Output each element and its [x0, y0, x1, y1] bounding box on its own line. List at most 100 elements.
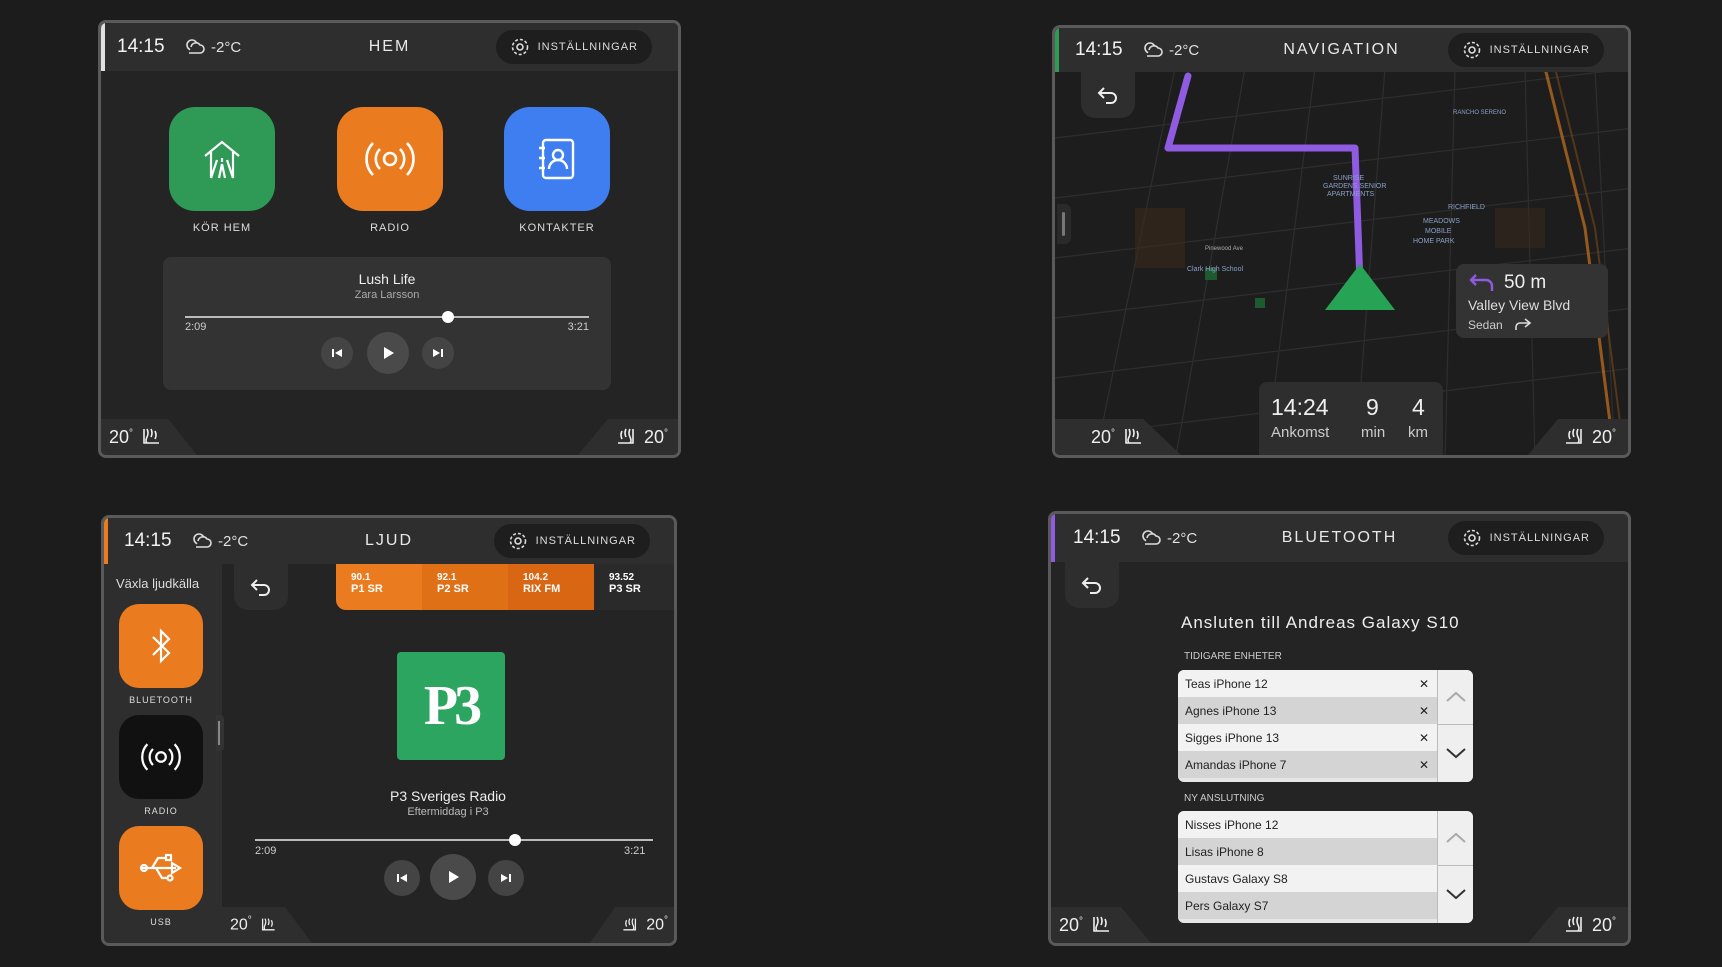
play-icon	[449, 871, 459, 883]
scroll-up-button[interactable]	[1438, 811, 1473, 866]
weather-icon	[1142, 530, 1161, 545]
back-button[interactable]	[1081, 72, 1135, 118]
clock: 14:15	[117, 36, 165, 57]
new-devices-list: Nisses iPhone 12 Lisas iPhone 8 Gustavs …	[1178, 811, 1473, 923]
station-preset[interactable]: 104.2 RIX FM	[508, 564, 594, 610]
list-item[interactable]: Sigges iPhone 13 ✕	[1178, 724, 1437, 751]
play-button[interactable]	[430, 854, 476, 900]
temperature: -2°C	[218, 532, 249, 550]
right-climate[interactable]: 20°	[1528, 907, 1628, 943]
seat-heat-icon	[1565, 916, 1582, 932]
settings-button[interactable]: INSTÄLLNINGAR	[493, 524, 650, 558]
source-sidebar: Växla ljudkälla BLUETOOTH RADIO USB	[104, 564, 222, 943]
progress-track[interactable]	[185, 316, 589, 318]
left-climate[interactable]: 20°	[222, 907, 312, 943]
program-name: Eftermiddag i P3	[407, 806, 489, 818]
list-item[interactable]: Agnes iPhone 13 ✕	[1178, 697, 1437, 724]
weather-icon	[1144, 42, 1163, 57]
right-climate[interactable]: 20°	[578, 419, 678, 455]
radio-app-button[interactable]	[337, 107, 443, 211]
left-climate[interactable]: 20°	[1051, 907, 1151, 943]
weather: -2°C	[1139, 527, 1197, 549]
seat-heat-icon	[1093, 916, 1110, 932]
list-item[interactable]: Amandas iPhone 7 ✕	[1178, 751, 1437, 778]
gear-icon	[511, 38, 528, 56]
right-temperature: 20°	[643, 426, 668, 447]
previous-devices-header: TIDIGARE ENHETER	[1184, 651, 1282, 662]
progress-knob[interactable]	[509, 834, 521, 846]
next-button[interactable]	[422, 337, 454, 369]
settings-button[interactable]: INSTÄLLNINGAR	[1447, 33, 1604, 67]
clock: 14:15	[1075, 39, 1123, 60]
left-climate[interactable]: 20°	[101, 419, 197, 455]
scroll-down-button[interactable]	[1438, 866, 1473, 922]
drive-home-button[interactable]	[169, 107, 275, 211]
list-item[interactable]: Pers Galaxy S7	[1178, 892, 1437, 919]
next-button[interactable]	[488, 860, 524, 896]
close-icon[interactable]: ✕	[1419, 677, 1429, 691]
accent-bar	[104, 518, 108, 564]
scroll-controls	[1437, 670, 1473, 782]
station-logo: P3	[397, 652, 505, 760]
scroll-down-button[interactable]	[1438, 725, 1473, 781]
status-bar: 14:15 -2°C LJUD INSTÄLLNINGAR	[104, 518, 674, 564]
list-item[interactable]: Lisas iPhone 8	[1178, 838, 1437, 865]
station-preset[interactable]: 92.1 P2 SR	[422, 564, 508, 610]
previous-devices-list: Teas iPhone 12 ✕ Agnes iPhone 13 ✕ Sigges …	[1178, 670, 1473, 782]
station-preset-active[interactable]: 93.52 P3 SR	[594, 564, 674, 610]
scroll-up-button[interactable]	[1438, 670, 1473, 725]
settings-label: INSTÄLLNINGAR	[537, 41, 638, 53]
previous-button[interactable]	[321, 337, 353, 369]
eta-minutes: 9	[1366, 394, 1379, 420]
weather: -2°C	[1141, 39, 1199, 61]
turn-left-icon	[1469, 274, 1494, 291]
list-item[interactable]: Teas iPhone 12 ✕	[1178, 670, 1437, 697]
sidebar-handle[interactable]	[216, 715, 224, 751]
map-label: Pinewood Ave	[1205, 246, 1244, 252]
radio-waves-icon	[141, 743, 181, 771]
accent-bar	[101, 23, 105, 71]
back-arrow-icon	[1097, 87, 1117, 104]
usb-source-button[interactable]	[119, 826, 203, 910]
new-devices-header: NY ANSLUTNING	[1184, 793, 1265, 804]
elapsed-time: 2:09	[185, 321, 207, 333]
left-temperature: 20°	[230, 915, 252, 934]
drawer-handle[interactable]	[1057, 204, 1071, 244]
media-player: Lush Life Zara Larsson 2:09 3:21	[163, 257, 611, 390]
status-bar: 14:15 -2°C BLUETOOTH INSTÄLLNINGAR	[1051, 514, 1628, 562]
accent-bar	[1055, 28, 1059, 72]
turn-right-icon	[1515, 318, 1532, 330]
settings-button[interactable]: INSTÄLLNINGAR	[1447, 521, 1604, 555]
list-item[interactable]: Nisses iPhone 12	[1178, 811, 1437, 838]
play-icon	[384, 347, 394, 359]
progress-track[interactable]	[255, 839, 653, 841]
play-button[interactable]	[367, 332, 409, 374]
turn-distance: 50 m	[1504, 272, 1547, 293]
settings-button[interactable]: INSTÄLLNINGAR	[495, 30, 652, 64]
progress-knob[interactable]	[442, 311, 454, 323]
audio-screen: 14:15 -2°C LJUD INSTÄLLNINGAR Växla ljud…	[101, 515, 677, 946]
elapsed-time: 2:09	[255, 845, 277, 857]
close-icon[interactable]: ✕	[1419, 731, 1429, 745]
close-icon[interactable]: ✕	[1419, 704, 1429, 718]
contacts-app-button[interactable]	[504, 107, 610, 211]
right-temperature: 20°	[1591, 914, 1616, 935]
right-climate[interactable]: 20°	[590, 907, 674, 943]
radio-source-button[interactable]	[119, 715, 203, 799]
list-item[interactable]: Gustavs Galaxy S8	[1178, 865, 1437, 892]
close-icon[interactable]: ✕	[1419, 758, 1429, 772]
usb-icon	[139, 853, 183, 882]
contacts-icon	[539, 138, 575, 180]
station-preset[interactable]: 90.1 P1 SR	[336, 564, 422, 610]
previous-button[interactable]	[384, 860, 420, 896]
back-button[interactable]	[1065, 562, 1119, 608]
settings-label: INSTÄLLNINGAR	[535, 535, 636, 547]
bluetooth-source-button[interactable]	[119, 604, 203, 688]
chevron-up-icon	[1445, 691, 1466, 702]
contacts-app-label: KONTAKTER	[519, 222, 595, 234]
seat-heat-icon	[1125, 428, 1142, 444]
back-button[interactable]	[234, 564, 288, 610]
map-label: Clark High School	[1187, 266, 1243, 273]
arrival-time: 14:24	[1271, 394, 1329, 420]
radio-app-label: RADIO	[370, 222, 410, 234]
